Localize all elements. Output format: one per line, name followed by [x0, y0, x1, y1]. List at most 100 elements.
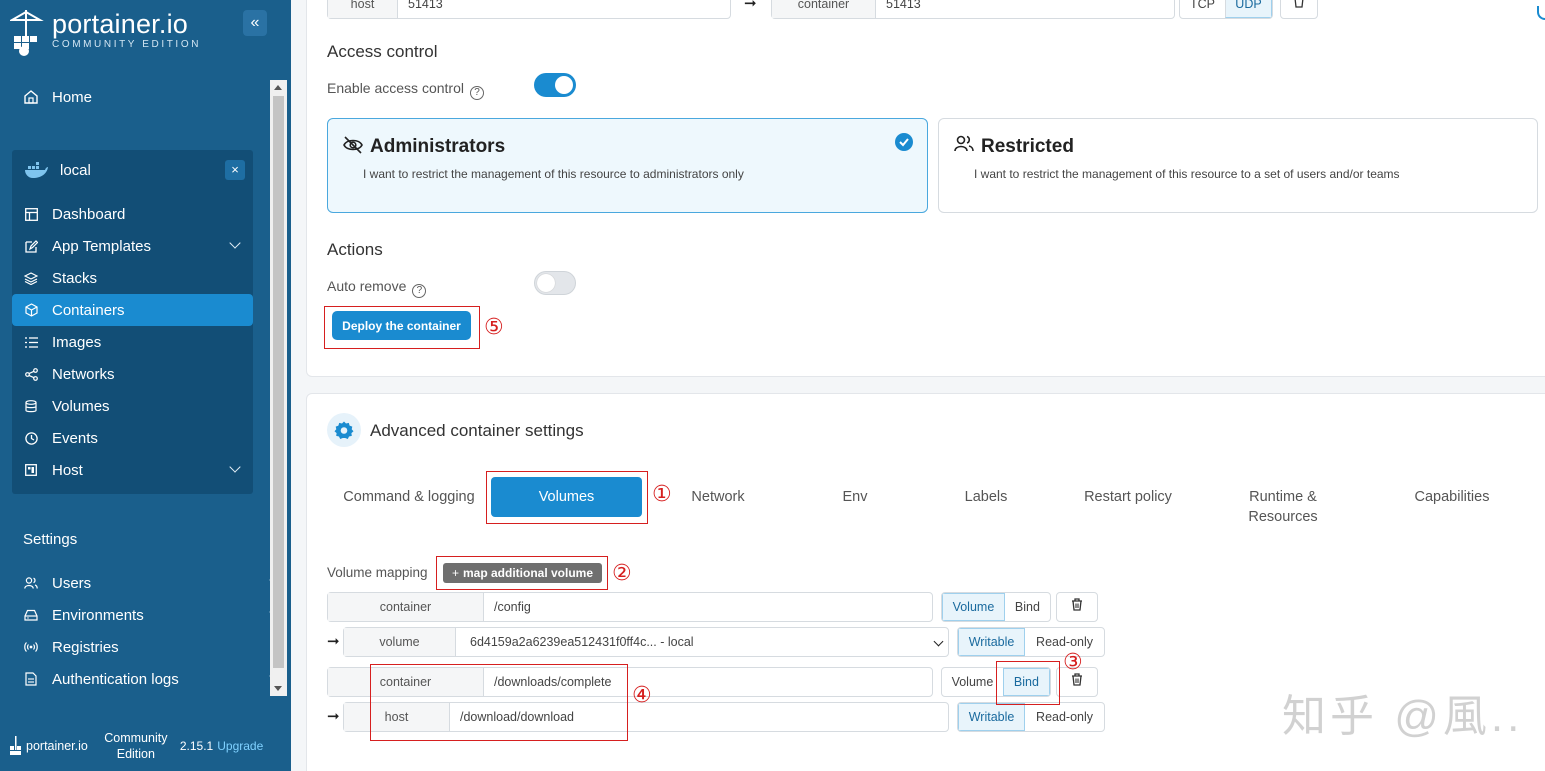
sidebar-item-label: Networks — [52, 365, 115, 383]
container-port-value[interactable]: 51413 — [876, 0, 1174, 18]
bind-option[interactable]: Bind — [1005, 593, 1050, 621]
toggle-knob — [537, 274, 555, 292]
sidebar-item-authentication-logs[interactable]: Authentication logs — [0, 663, 281, 695]
annotation-marker-1: ① — [652, 481, 672, 506]
tab-restart-policy[interactable]: Restart policy — [1073, 487, 1183, 507]
volume-select-field-1[interactable]: volume 6d4159a2a6239ea512431f0ff4c... - … — [343, 627, 949, 657]
sidebar-item-home[interactable]: Home — [12, 81, 253, 113]
tab-env[interactable]: Env — [825, 487, 885, 507]
access-mode-toggle-1[interactable]: Writable Read-only — [957, 627, 1105, 657]
sidebar-item-registries[interactable]: Registries — [0, 631, 241, 663]
portainer-crane-icon — [8, 10, 44, 56]
sidebar-item-label: Dashboard — [52, 205, 126, 223]
sidebar-item-networks[interactable]: Networks — [12, 358, 253, 390]
database-icon — [24, 399, 38, 413]
sidebar-item-label: Host — [52, 461, 83, 479]
volume-option[interactable]: Volume — [942, 593, 1005, 621]
hard-drive-icon — [24, 608, 38, 622]
restricted-option[interactable]: Restricted I want to restrict the manage… — [938, 118, 1538, 213]
administrators-option[interactable]: Administrators I want to restrict the ma… — [327, 118, 928, 213]
sidebar-item-label: Volumes — [52, 397, 110, 415]
auto-remove-toggle[interactable] — [534, 271, 576, 295]
deploy-container-button[interactable]: Deploy the container — [332, 311, 471, 340]
volume-type-toggle-1[interactable]: Volume Bind — [941, 592, 1051, 622]
plus-icon: + — [451, 566, 459, 580]
sidebar-item-users[interactable]: Users — [0, 567, 281, 599]
upgrade-link[interactable]: Upgrade — [217, 739, 263, 753]
host-port-value[interactable]: 51413 — [398, 0, 730, 18]
tab-runtime-resources[interactable]: Runtime & Resources — [1237, 487, 1329, 527]
annotation-marker-4: ④ — [632, 682, 652, 707]
chevron-down-icon[interactable] — [229, 461, 241, 473]
sidebar-item-dashboard[interactable]: Dashboard — [12, 198, 253, 230]
annotation-marker-2: ② — [612, 560, 632, 585]
actions-heading: Actions — [327, 240, 383, 259]
scroll-up-icon[interactable] — [274, 85, 282, 90]
sidebar-item-label: Home — [52, 88, 93, 106]
container-port-field[interactable]: container 51413 — [771, 0, 1175, 19]
collapse-sidebar-button[interactable]: « — [243, 10, 267, 36]
sidebar-scrollbar[interactable] — [270, 80, 287, 696]
toggle-knob — [555, 76, 573, 94]
sidebar-item-environments[interactable]: Environments — [0, 599, 281, 631]
sidebar-item-stacks[interactable]: Stacks — [12, 262, 253, 294]
administrators-desc: I want to restrict the management of thi… — [363, 167, 744, 181]
read-only-option[interactable]: Read-only — [1025, 703, 1104, 731]
sidebar-item-app-templates[interactable]: App Templates — [12, 230, 253, 262]
container-port-label: container — [772, 0, 876, 18]
sidebar-item-label: Users — [52, 574, 92, 592]
protocol-toggle[interactable]: TCP UDP — [1179, 0, 1273, 19]
administrators-title: Administrators — [370, 136, 506, 157]
sidebar-item-images[interactable]: Images — [12, 326, 253, 358]
help-icon[interactable]: ? — [469, 86, 484, 100]
enable-access-control-text: Enable access control — [327, 80, 464, 96]
volume-mapping-label: Volume mapping — [327, 565, 428, 580]
remove-volume-button-1[interactable] — [1056, 592, 1098, 622]
environment-name: local — [60, 161, 91, 179]
sidebar-item-events[interactable]: Events — [12, 422, 253, 454]
tab-capabilities[interactable]: Capabilities — [1402, 487, 1502, 507]
logo-subtitle: COMMUNITY EDITION — [52, 39, 202, 50]
sidebar-item-host[interactable]: Host — [12, 454, 253, 486]
docker-icon — [24, 162, 48, 178]
tab-volumes[interactable]: Volumes — [491, 477, 642, 517]
restricted-desc: I want to restrict the management of thi… — [974, 167, 1400, 181]
sidebar-item-volumes[interactable]: Volumes — [12, 390, 253, 422]
help-icon[interactable]: ? — [412, 284, 427, 298]
radio-icon — [24, 640, 38, 654]
box-icon — [24, 303, 38, 317]
access-mode-toggle-2[interactable]: Writable Read-only — [957, 702, 1105, 732]
scrollbar-thumb[interactable] — [273, 96, 284, 668]
portainer-logo[interactable]: portainer.io COMMUNITY EDITION — [8, 10, 202, 56]
volume-option[interactable]: Volume — [942, 668, 1003, 696]
chevron-down-icon[interactable] — [229, 237, 241, 249]
host-port-field[interactable]: host 51413 — [327, 0, 731, 19]
tab-network[interactable]: Network — [678, 487, 758, 507]
writable-option[interactable]: Writable — [958, 703, 1026, 731]
tab-labels[interactable]: Labels — [950, 487, 1022, 507]
map-additional-volume-button[interactable]: + map additional volume — [443, 563, 602, 583]
access-control-toggle[interactable] — [534, 73, 576, 97]
annotation-box-paths — [370, 664, 628, 741]
udp-option[interactable]: UDP — [1225, 0, 1272, 18]
sidebar-item-containers[interactable]: Containers — [12, 294, 253, 326]
footer-brand: portainer.io — [26, 739, 88, 753]
container-path-label: container — [328, 593, 484, 621]
close-environment-button[interactable]: × — [225, 160, 245, 180]
volume-source-select[interactable]: 6d4159a2a6239ea512431f0ff4c... - local — [456, 628, 948, 656]
edit-icon — [24, 239, 38, 253]
writable-option[interactable]: Writable — [958, 628, 1026, 656]
remove-port-button[interactable] — [1280, 0, 1318, 19]
tcp-option[interactable]: TCP — [1180, 0, 1225, 18]
server-icon — [24, 463, 38, 477]
environment-header[interactable]: local — [12, 156, 253, 184]
settings-gear-icon — [327, 413, 361, 447]
container-path-field-1[interactable]: container /config — [327, 592, 933, 622]
container-path-value[interactable]: /config — [484, 593, 932, 621]
sidebar-item-label: Environments — [52, 606, 144, 624]
tab-command-logging[interactable]: Command & logging — [335, 487, 483, 507]
arrow-right-icon: ➞ — [327, 708, 340, 725]
advanced-settings-heading: Advanced container settings — [370, 421, 584, 440]
footer-version: 2.15.1 — [179, 739, 214, 753]
scroll-down-icon[interactable] — [274, 686, 282, 691]
